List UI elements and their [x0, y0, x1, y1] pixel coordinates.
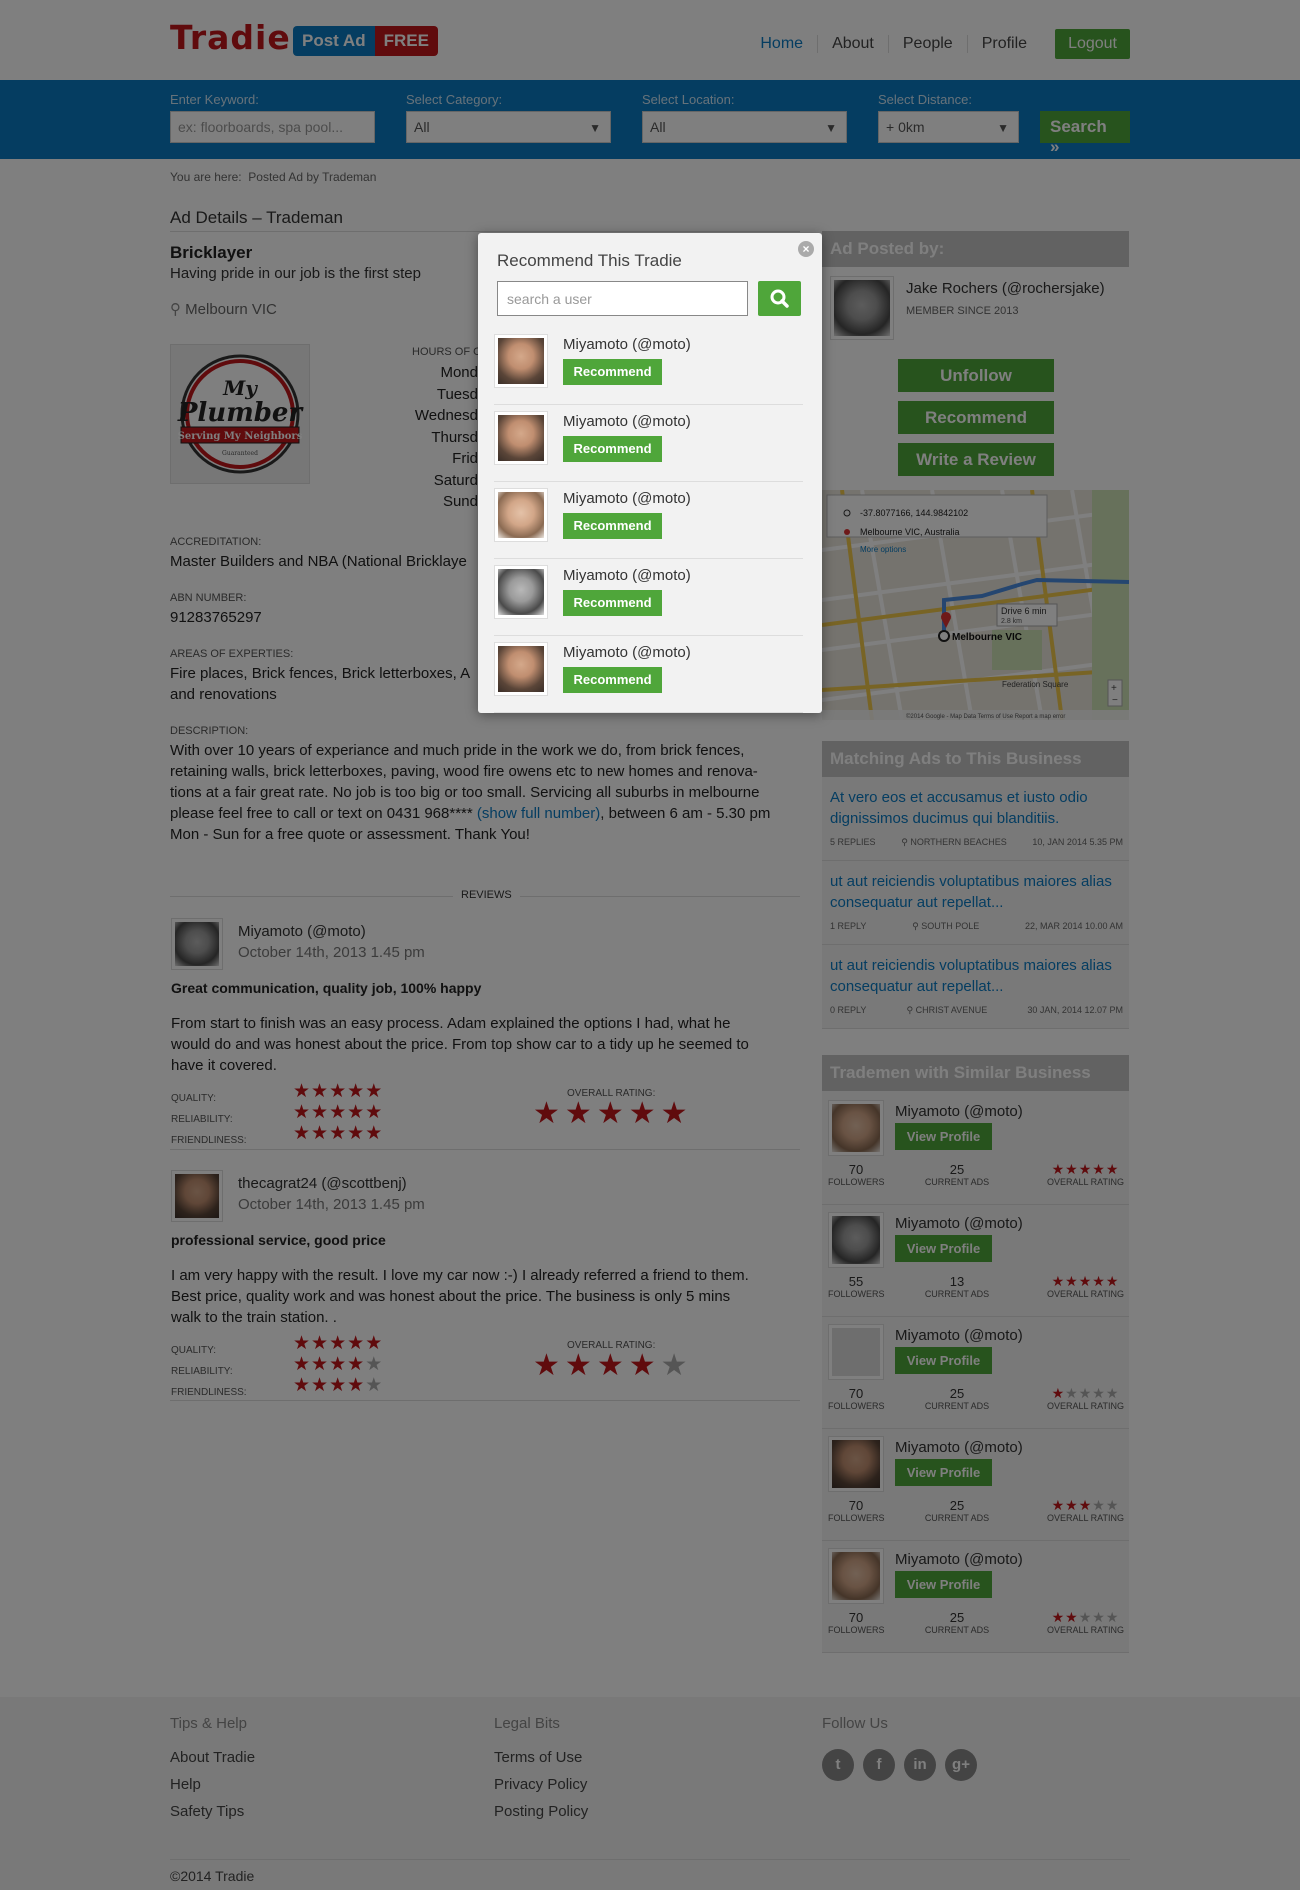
user-name[interactable]: Miyamoto (@moto) — [563, 336, 691, 353]
close-icon[interactable]: × — [798, 241, 814, 257]
modal-user-row: Miyamoto (@moto) Recommend — [494, 328, 803, 405]
modal-user-row: Miyamoto (@moto) Recommend — [494, 636, 803, 713]
recommend-user-button[interactable]: Recommend — [563, 590, 662, 616]
modal-user-row: Miyamoto (@moto) Recommend — [494, 405, 803, 482]
user-name[interactable]: Miyamoto (@moto) — [563, 567, 691, 584]
recommend-modal: × Recommend This Tradie search a user Mi… — [478, 233, 822, 713]
modal-title: Recommend This Tradie — [497, 251, 682, 270]
user-search-button[interactable] — [758, 281, 801, 316]
modal-user-row: Miyamoto (@moto) Recommend — [494, 559, 803, 636]
recommend-user-button[interactable]: Recommend — [563, 513, 662, 539]
recommend-user-button[interactable]: Recommend — [563, 667, 662, 693]
user-avatar — [494, 411, 548, 465]
modal-user-row: Miyamoto (@moto) Recommend — [494, 482, 803, 559]
search-icon — [770, 289, 789, 308]
user-name[interactable]: Miyamoto (@moto) — [563, 413, 691, 430]
user-avatar — [494, 334, 548, 388]
user-name[interactable]: Miyamoto (@moto) — [563, 644, 691, 661]
recommend-user-button[interactable]: Recommend — [563, 359, 662, 385]
user-avatar — [494, 565, 548, 619]
user-search-input[interactable]: search a user — [497, 281, 748, 316]
recommend-user-button[interactable]: Recommend — [563, 436, 662, 462]
user-name[interactable]: Miyamoto (@moto) — [563, 490, 691, 507]
user-avatar — [494, 642, 548, 696]
user-avatar — [494, 488, 548, 542]
